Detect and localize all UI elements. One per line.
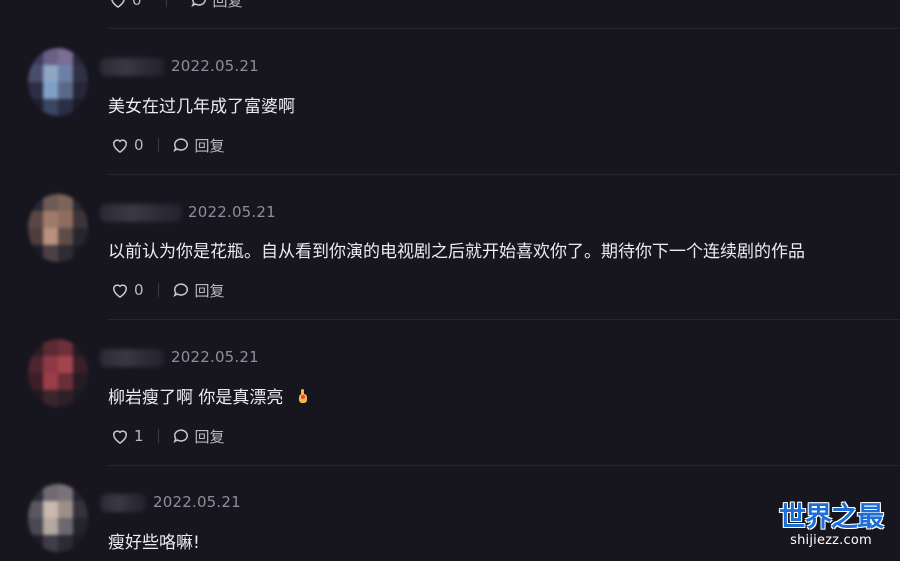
action-separator (157, 429, 159, 443)
avatar[interactable] (28, 484, 88, 552)
reply-button[interactable]: 回复 (171, 280, 225, 301)
username[interactable] (100, 349, 164, 367)
comment-text: 柳岩瘦了啊 你是真漂亮 (108, 383, 309, 408)
watermark-title: 世界之最 (779, 502, 884, 533)
username[interactable] (100, 494, 146, 512)
like-count: 0 (134, 281, 144, 299)
comment-text-content: 柳岩瘦了啊 你是真漂亮 (108, 388, 284, 408)
avatar[interactable] (28, 339, 88, 407)
avatar[interactable] (28, 194, 88, 262)
comment-actions: 1 回复 (110, 425, 225, 447)
divider (108, 465, 900, 466)
comment-text: 以前认为你是花瓶。自从看到你演的电视剧之后就开始喜欢你了。期待你下一个连续剧的作… (108, 242, 805, 262)
heart-icon (112, 430, 128, 444)
chat-bubble-icon (172, 283, 188, 298)
like-count: 1 (134, 427, 144, 445)
hand-icon (298, 389, 307, 403)
comment-feed: 0 回复 2022.05.21 美女在过几年成了富婆啊 0 回复 2022.05… (0, 0, 900, 561)
site-watermark: 世界之最 shijiezz.com (772, 503, 890, 549)
comment-item: 2022.05.21 瘦好些咯嘛! (0, 0, 900, 553)
comment-date: 2022.05.21 (188, 203, 276, 221)
reply-button[interactable]: 回复 (171, 426, 225, 447)
chat-bubble-icon (172, 429, 188, 444)
divider (108, 174, 900, 175)
username[interactable] (100, 204, 182, 222)
like-button[interactable]: 0 (110, 280, 144, 300)
comment-actions: 0 回复 (110, 279, 225, 301)
comment-date: 2022.05.21 (171, 348, 259, 366)
like-button[interactable]: 1 (110, 426, 144, 446)
comment-text: 瘦好些咯嘛! (108, 533, 200, 553)
action-separator (157, 283, 159, 297)
divider (108, 319, 900, 320)
comment-date: 2022.05.21 (153, 493, 241, 511)
heart-icon (112, 284, 128, 298)
watermark-url: shijiezz.com (790, 533, 872, 548)
reply-label: 回复 (194, 281, 225, 300)
reply-label: 回复 (194, 427, 225, 446)
